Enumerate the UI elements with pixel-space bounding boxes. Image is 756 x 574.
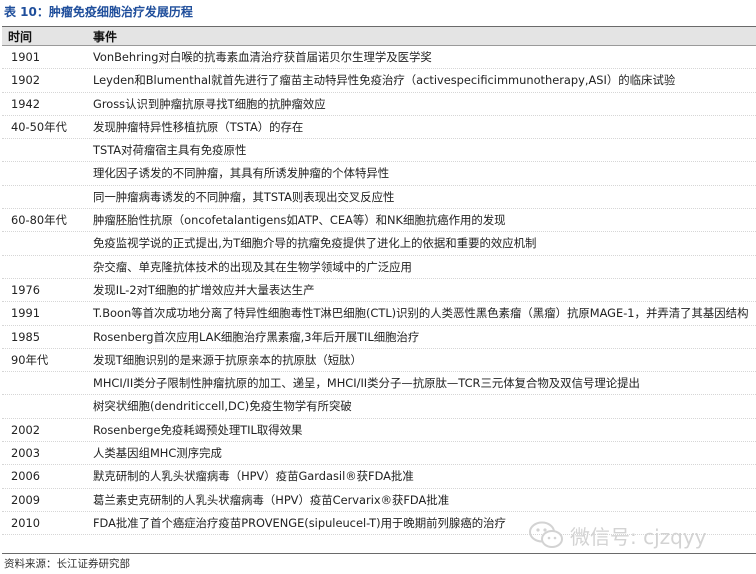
row-event: 发现T细胞识别的是来源于抗原亲本的抗原肽（短肽） bbox=[93, 352, 362, 367]
table-row: 免疫监视学说的正式提出,为T细胞介导的抗瘤免疫提供了进化上的依据和重要的效应机制 bbox=[2, 232, 756, 256]
row-time: 40-50年代 bbox=[11, 119, 67, 134]
table-row: 2009 葛兰素史克研制的人乳头状瘤病毒（HPV）疫苗Cervarix®获FDA批… bbox=[2, 489, 756, 512]
row-time: 1991 bbox=[11, 306, 40, 321]
row-event: 默克研制的人乳头状瘤病毒（HPV）疫苗Gardasil®获FDA批准 bbox=[93, 469, 414, 484]
row-event: 杂交瘤、单克隆抗体技术的出现及其在生物学领域中的广泛应用 bbox=[93, 259, 412, 274]
row-event: TSTA对荷瘤宿主具有免疫原性 bbox=[93, 143, 247, 158]
table-row: TSTA对荷瘤宿主具有免疫原性 bbox=[2, 139, 756, 163]
row-event: 葛兰素史克研制的人乳头状瘤病毒（HPV）疫苗Cervarix®获FDA批准 bbox=[93, 492, 450, 507]
row-event: 树突状细胞(dendriticcell,DC)免疫生物学有所突破 bbox=[93, 399, 352, 414]
table-row: 1991 T.Boon等首次成功地分离了特异性细胞毒性T淋巴细胞(CTL)识别的人… bbox=[2, 302, 756, 326]
table-body: 1901 VonBehring对白喉的抗毒素血清治疗获首届诺贝尔生理学及医学奖 19… bbox=[2, 46, 756, 536]
row-event: Rosenberg首次应用LAK细胞治疗黑素瘤,3年后开展TIL细胞治疗 bbox=[93, 329, 420, 344]
row-event: T.Boon等首次成功地分离了特异性细胞毒性T淋巴细胞(CTL)识别的人类恶性黑… bbox=[93, 306, 749, 321]
row-time: 1901 bbox=[11, 50, 40, 64]
table-bottom-rule bbox=[2, 553, 756, 554]
table-row: 2003 人类基因组MHC测序完成 bbox=[2, 442, 756, 466]
source-note: 资料来源：长江证券研究部 bbox=[4, 558, 130, 570]
row-event: Leyden和Blumenthal就首先进行了瘤苗主动特异性免疫治疗（activ… bbox=[93, 73, 676, 88]
table-row: 1901 VonBehring对白喉的抗毒素血清治疗获首届诺贝尔生理学及医学奖 bbox=[2, 46, 756, 70]
table-row: 1985 Rosenberg首次应用LAK细胞治疗黑素瘤,3年后开展TIL细胞治疗 bbox=[2, 326, 756, 349]
row-time: 1902 bbox=[11, 73, 40, 88]
table-row: 1902 Leyden和Blumenthal就首先进行了瘤苗主动特异性免疫治疗（a… bbox=[2, 69, 756, 93]
row-time: 1942 bbox=[11, 96, 40, 111]
table-caption: 表 10：肿瘤免疫细胞治疗发展历程 bbox=[4, 5, 193, 19]
row-event: VonBehring对白喉的抗毒素血清治疗获首届诺贝尔生理学及医学奖 bbox=[93, 50, 432, 64]
table-header: 时间 事件 bbox=[2, 27, 756, 46]
table-row: 2006 默克研制的人乳头状瘤病毒（HPV）疫苗Gardasil®获FDA批准 bbox=[2, 465, 756, 489]
row-time: 60-80年代 bbox=[11, 213, 67, 228]
row-event: Rosenberge免疫耗竭预处理TIL取得效果 bbox=[93, 422, 303, 437]
row-event: Gross认识到肿瘤抗原寻找T细胞的抗肿瘤效应 bbox=[93, 96, 326, 111]
table-row: 40-50年代 发现肿瘤特异性移植抗原（TSTA）的存在 bbox=[2, 116, 756, 140]
row-time: 2002 bbox=[11, 422, 40, 437]
row-time: 2009 bbox=[11, 492, 40, 507]
table-row: 理化因子诱发的不同肿瘤，其具有所诱发肿瘤的个体特异性 bbox=[2, 162, 756, 186]
row-event: 发现肿瘤特异性移植抗原（TSTA）的存在 bbox=[93, 119, 304, 134]
wechat-icon bbox=[529, 521, 563, 548]
row-event: 免疫监视学说的正式提出,为T细胞介导的抗瘤免疫提供了进化上的依据和重要的效应机制 bbox=[93, 236, 537, 251]
table-row: MHCI/II类分子限制性肿瘤抗原的加工、递呈，MHCI/II类分子—抗原肽—T… bbox=[2, 372, 756, 396]
table-row: 杂交瘤、单克隆抗体技术的出现及其在生物学领域中的广泛应用 bbox=[2, 256, 756, 279]
row-time: 2006 bbox=[11, 469, 40, 484]
row-event: 同一肿瘤病毒诱发的不同肿瘤，其TSTA则表现出交叉反应性 bbox=[93, 189, 395, 204]
header-event: 事件 bbox=[93, 29, 118, 44]
table-row: 90年代 发现T细胞识别的是来源于抗原亲本的抗原肽（短肽） bbox=[2, 349, 756, 373]
table-row: 1976 发现IL-2对T细胞的扩增效应并大量表达生产 bbox=[2, 279, 756, 303]
row-event: 发现IL-2对T细胞的扩增效应并大量表达生产 bbox=[93, 282, 315, 297]
row-time: 90年代 bbox=[11, 352, 49, 367]
table-row: 2002 Rosenberge免疫耗竭预处理TIL取得效果 bbox=[2, 419, 756, 443]
table-row: 树突状细胞(dendriticcell,DC)免疫生物学有所突破 bbox=[2, 395, 756, 419]
row-time: 2010 bbox=[11, 515, 40, 530]
table-row: 60-80年代 肿瘤胚胎性抗原（oncofetalantigens如ATP、CEA… bbox=[2, 209, 756, 233]
row-time: 1985 bbox=[11, 329, 40, 344]
row-event: 肿瘤胚胎性抗原（oncofetalantigens如ATP、CEA等）和NK细胞… bbox=[93, 213, 506, 228]
watermark: 微信号: cjzqyy bbox=[528, 520, 707, 550]
row-event: 理化因子诱发的不同肿瘤，其具有所诱发肿瘤的个体特异性 bbox=[93, 166, 390, 181]
row-event: MHCI/II类分子限制性肿瘤抗原的加工、递呈，MHCI/II类分子—抗原肽—T… bbox=[93, 376, 640, 391]
table-row: 1942 Gross认识到肿瘤抗原寻找T细胞的抗肿瘤效应 bbox=[2, 93, 756, 116]
row-event: 人类基因组MHC测序完成 bbox=[93, 446, 222, 461]
row-time: 2003 bbox=[11, 446, 40, 461]
header-time: 时间 bbox=[8, 29, 33, 44]
table-row: 同一肿瘤病毒诱发的不同肿瘤，其TSTA则表现出交叉反应性 bbox=[2, 186, 756, 210]
row-time: 1976 bbox=[11, 282, 40, 297]
watermark-text: 微信号: cjzqyy bbox=[570, 524, 707, 549]
history-table: 时间 事件 1901 VonBehring对白喉的抗毒素血清治疗获首届诺贝尔生理学… bbox=[2, 26, 756, 536]
